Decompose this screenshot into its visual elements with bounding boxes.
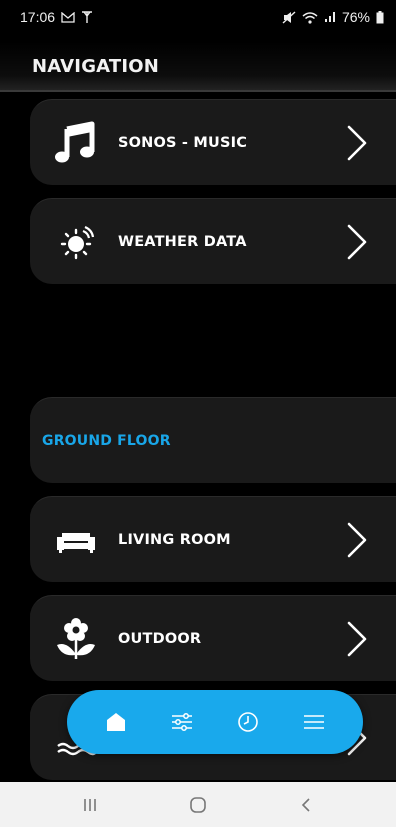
status-bar: 17:06 76% [0, 0, 396, 34]
status-right: 76% [282, 9, 384, 25]
nav-item-label: SONOS - MUSIC [118, 134, 248, 151]
sliders-icon[interactable] [160, 700, 204, 744]
chevron-right-icon [344, 222, 370, 262]
clock-icon[interactable] [226, 700, 270, 744]
battery-percent: 76% [341, 9, 370, 25]
system-navigation-bar [0, 782, 396, 827]
home-icon[interactable] [94, 700, 138, 744]
section-ground-floor: GROUND FLOOR [30, 397, 396, 483]
menu-icon[interactable] [292, 700, 336, 744]
sofa-icon [50, 514, 102, 566]
status-left: 17:06 [20, 9, 93, 25]
bottom-navigation [67, 690, 363, 754]
back-icon[interactable] [282, 789, 330, 821]
section-label: GROUND FLOOR [42, 432, 171, 449]
nav-item-label: WEATHER DATA [118, 233, 247, 250]
antenna-icon [81, 10, 93, 24]
sun-icon [50, 216, 102, 268]
navigation-header: NAVIGATION [0, 42, 396, 92]
mute-icon [282, 10, 296, 24]
music-note-icon [50, 117, 102, 169]
nav-item-weather-data[interactable]: WEATHER DATA [30, 198, 396, 284]
home-button-icon[interactable] [174, 789, 222, 821]
chevron-right-icon [344, 123, 370, 163]
nav-item-label: OUTDOOR [118, 630, 202, 647]
recent-apps-icon[interactable] [66, 789, 114, 821]
nav-item-sonos-music[interactable]: SONOS - MUSIC [30, 99, 396, 185]
nav-item-living-room[interactable]: LIVING ROOM [30, 496, 396, 582]
chevron-right-icon [344, 619, 370, 659]
page-title: NAVIGATION [32, 55, 160, 77]
flower-icon [50, 613, 102, 665]
gmail-icon [61, 11, 75, 23]
signal-icon [324, 11, 336, 23]
navigation-list[interactable]: SONOS - MUSIC WEATHER DATA GROUND FLOOR … [0, 92, 396, 782]
battery-icon [376, 10, 384, 24]
chevron-right-icon [344, 520, 370, 560]
wifi-icon [302, 11, 318, 24]
nav-item-label: LIVING ROOM [118, 531, 231, 548]
status-time: 17:06 [20, 9, 56, 25]
nav-item-outdoor[interactable]: OUTDOOR [30, 595, 396, 681]
